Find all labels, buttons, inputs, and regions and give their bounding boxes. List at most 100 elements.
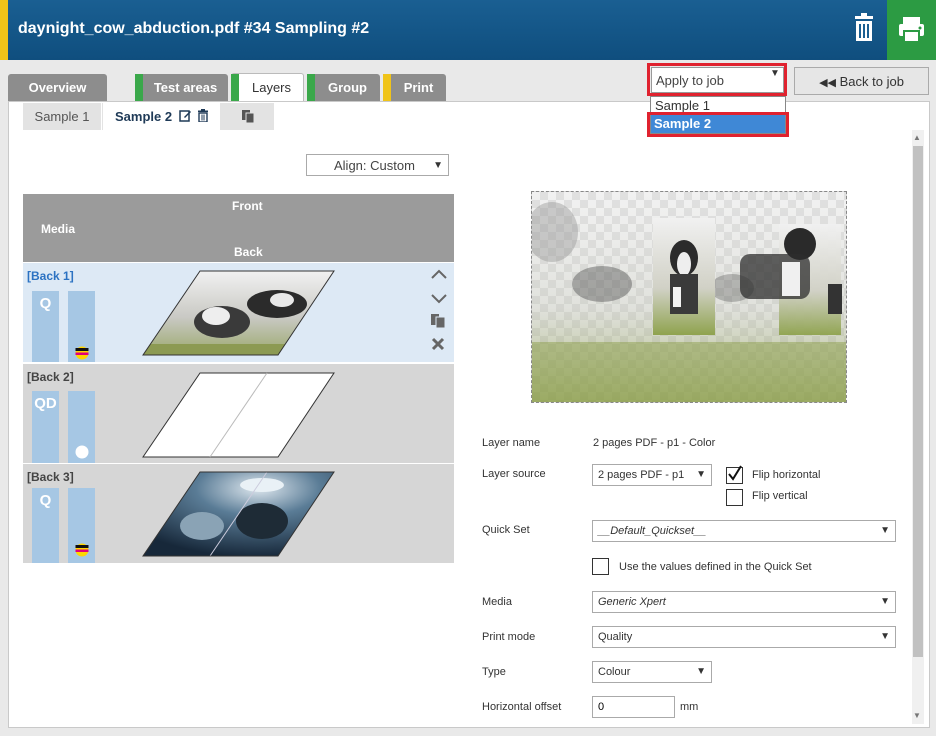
media-column-header: Media bbox=[41, 222, 76, 236]
quick-set-label: Quick Set bbox=[482, 524, 530, 536]
layer-name-label: Layer name bbox=[482, 437, 541, 449]
back-button-label: Back to job bbox=[839, 74, 904, 89]
cow-preview-image bbox=[532, 192, 846, 402]
print-mode-badge: Q bbox=[32, 488, 59, 563]
tab-layers-label: Layers bbox=[251, 80, 292, 95]
type-label: Type bbox=[482, 666, 506, 678]
delete-job-button[interactable] bbox=[846, 12, 882, 46]
back-column-header: Back bbox=[234, 245, 263, 259]
align-select[interactable]: Align: Custom ▼ bbox=[306, 154, 449, 176]
tab-print[interactable]: Print bbox=[383, 74, 446, 101]
type-select[interactable]: Colour ▼ bbox=[592, 661, 712, 683]
tab-overview[interactable]: Overview bbox=[8, 74, 107, 101]
copy-icon bbox=[241, 110, 254, 124]
print-mode-select[interactable]: Quality ▼ bbox=[592, 626, 896, 648]
close-icon[interactable] bbox=[430, 336, 446, 352]
caret-down-icon: ▼ bbox=[696, 469, 706, 480]
layer-row[interactable]: [Back 1] Q bbox=[23, 263, 454, 362]
print-mode-badge: QD bbox=[32, 391, 59, 463]
tab-sample-1[interactable]: Sample 1 bbox=[23, 103, 102, 130]
media-table-header: Media Front Back bbox=[23, 194, 454, 262]
media-select[interactable]: Generic Xpert ▼ bbox=[592, 591, 896, 613]
layer-row-label: [Back 3] bbox=[27, 470, 74, 484]
caret-down-icon: ▼ bbox=[880, 631, 890, 642]
move-down-icon[interactable] bbox=[430, 292, 448, 306]
print-mode-label: Print mode bbox=[482, 631, 536, 643]
layer-thumbnail-blank bbox=[142, 372, 335, 458]
caret-down-icon: ▼ bbox=[696, 666, 706, 677]
layer-row[interactable]: [Back 3] Q bbox=[23, 464, 454, 563]
color-column bbox=[68, 391, 95, 463]
scroll-up-icon[interactable]: ▲ bbox=[913, 133, 921, 142]
use-quickset-checkbox[interactable] bbox=[592, 558, 609, 575]
apply-to-select[interactable]: Apply to job bbox=[651, 67, 784, 93]
back-to-job-button[interactable]: ◀◀ Back to job bbox=[794, 67, 929, 95]
flip-vertical-label: Flip vertical bbox=[752, 490, 808, 502]
tab-sample-2-label: Sample 2 bbox=[115, 109, 173, 124]
layer-preview bbox=[531, 191, 847, 403]
flip-vertical-checkbox[interactable] bbox=[726, 489, 743, 506]
horizontal-offset-label: Horizontal offset bbox=[482, 701, 562, 713]
tab-accent bbox=[231, 74, 239, 102]
trash-icon bbox=[855, 13, 873, 41]
tab-accent bbox=[307, 74, 315, 101]
trash-icon[interactable] bbox=[197, 109, 209, 123]
layer-source-value: 2 pages PDF - p1 bbox=[598, 469, 685, 481]
media-value: Generic Xpert bbox=[598, 596, 666, 608]
edit-icon[interactable] bbox=[178, 109, 192, 122]
horizontal-offset-input[interactable] bbox=[592, 696, 675, 718]
tab-sample-2[interactable]: Sample 2 bbox=[103, 103, 220, 132]
layer-source-label: Layer source bbox=[482, 468, 546, 480]
caret-down-icon: ▼ bbox=[770, 68, 780, 79]
scroll-down-icon[interactable]: ▼ bbox=[913, 711, 921, 720]
caret-down-icon: ▼ bbox=[433, 160, 443, 171]
scrollbar-thumb[interactable] bbox=[913, 146, 923, 657]
print-mode-value: Quality bbox=[598, 631, 633, 643]
duplicate-sample-button[interactable] bbox=[221, 103, 274, 130]
color-column bbox=[68, 488, 95, 563]
layer-row-label: [Back 2] bbox=[27, 370, 74, 384]
row-actions bbox=[430, 267, 450, 352]
tab-accent bbox=[135, 74, 143, 101]
layer-row-label: [Back 1] bbox=[27, 269, 74, 283]
color-column bbox=[68, 291, 95, 362]
layer-thumbnail-image bbox=[142, 270, 335, 356]
caret-down-icon: ▼ bbox=[880, 525, 890, 536]
layer-source-select[interactable]: 2 pages PDF - p1 ▼ bbox=[592, 464, 712, 486]
layer-thumbnail-image bbox=[142, 471, 335, 557]
type-value: Colour bbox=[598, 666, 631, 678]
header-accent-bar bbox=[0, 0, 8, 60]
cmyk-icon bbox=[75, 543, 89, 557]
horizontal-offset-unit: mm bbox=[680, 701, 699, 713]
tab-layers[interactable]: Layers bbox=[231, 73, 304, 102]
white-ink-icon bbox=[75, 445, 89, 459]
apply-select-value: Apply to job bbox=[656, 73, 724, 88]
page-title: daynight_cow_abduction.pdf #34 Sampling … bbox=[18, 20, 370, 37]
print-mode-badge: Q bbox=[32, 291, 59, 362]
tab-sample-1-label: Sample 1 bbox=[34, 109, 90, 124]
rewind-icon: ◀◀ bbox=[819, 77, 836, 89]
print-button[interactable] bbox=[887, 0, 936, 60]
tab-test-areas[interactable]: Test areas bbox=[135, 74, 228, 101]
tab-accent bbox=[383, 74, 391, 101]
tab-group[interactable]: Group bbox=[307, 74, 380, 101]
copy-icon[interactable] bbox=[430, 313, 446, 329]
caret-down-icon: ▼ bbox=[880, 596, 890, 607]
media-label: Media bbox=[482, 596, 512, 608]
move-up-icon[interactable] bbox=[430, 267, 448, 281]
front-column-header: Front bbox=[232, 199, 263, 213]
flip-horizontal-label: Flip horizontal bbox=[752, 469, 821, 481]
quick-set-select[interactable]: __Default_Quickset__ ▼ bbox=[592, 520, 896, 542]
quick-set-value: __Default_Quickset__ bbox=[598, 525, 707, 537]
use-quickset-label: Use the values defined in the Quick Set bbox=[619, 561, 812, 573]
printer-icon bbox=[899, 17, 924, 43]
layer-name-value: 2 pages PDF - p1 - Color bbox=[593, 437, 716, 449]
tab-print-label: Print bbox=[403, 80, 434, 95]
flip-horizontal-checkbox[interactable] bbox=[726, 465, 743, 484]
tab-overview-label: Overview bbox=[28, 80, 87, 95]
align-select-value: Align: Custom bbox=[334, 158, 415, 173]
tab-test-areas-label: Test areas bbox=[153, 80, 218, 95]
tab-group-label: Group bbox=[328, 80, 367, 95]
apply-option-sample-2[interactable]: Sample 2 bbox=[651, 115, 785, 133]
layer-row[interactable]: [Back 2] QD bbox=[23, 364, 454, 463]
